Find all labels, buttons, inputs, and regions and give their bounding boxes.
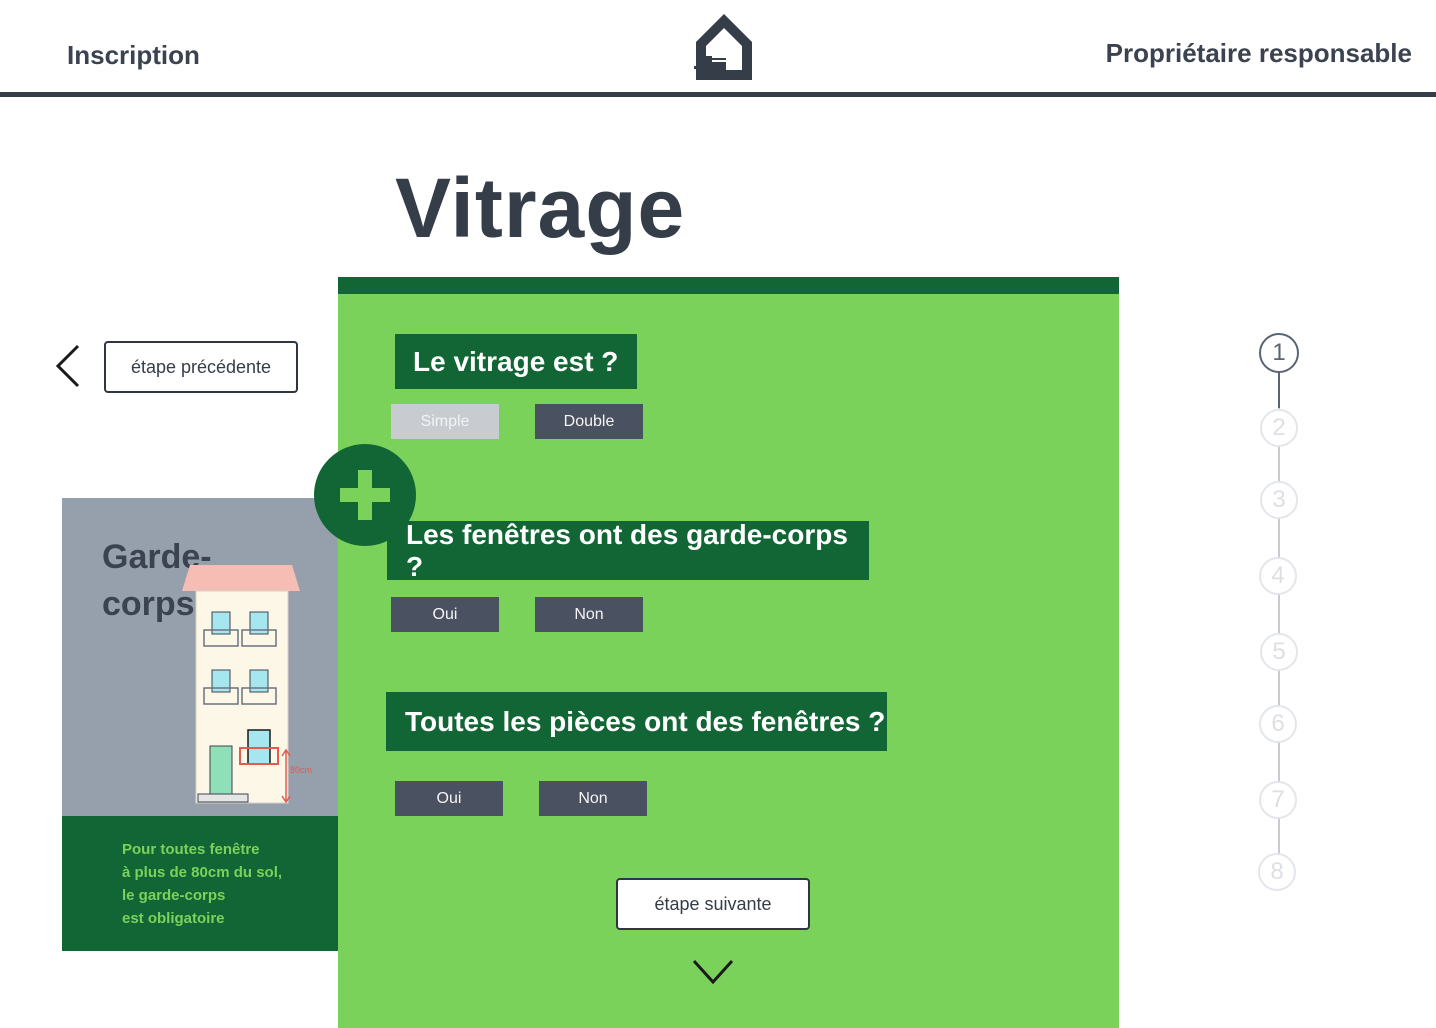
stepper-track-active — [1278, 372, 1280, 408]
option-non-button[interactable]: Non — [539, 781, 647, 816]
option-oui-button[interactable]: Oui — [391, 597, 499, 632]
step-5[interactable]: 5 — [1260, 633, 1298, 671]
info-line: le garde-corps — [122, 887, 226, 904]
option-simple-button[interactable]: Simple — [391, 404, 499, 439]
info-line: à plus de 80cm du sol, — [122, 864, 283, 881]
step-1[interactable]: 1 — [1259, 333, 1299, 373]
option-oui-button[interactable]: Oui — [395, 781, 503, 816]
page-title: Vitrage — [395, 161, 686, 255]
option-non-button[interactable]: Non — [535, 597, 643, 632]
info-line: Pour toutes fenêtre — [122, 841, 260, 858]
building-illustration: 80cm — [180, 560, 320, 810]
previous-step-button[interactable]: étape précédente — [104, 341, 298, 393]
step-3[interactable]: 3 — [1260, 481, 1298, 519]
question-pieces-fenetres: Toutes les pièces ont des fenêtres ? — [386, 692, 887, 751]
measure-label: 80cm — [290, 765, 312, 775]
info-card-text: Pour toutes fenêtre à plus de 80cm du so… — [122, 838, 282, 930]
chevron-down-icon[interactable] — [692, 958, 734, 986]
chevron-left-icon[interactable] — [52, 344, 86, 388]
header-divider — [0, 92, 1436, 97]
house-logo-icon[interactable] — [694, 12, 754, 82]
question-garde-corps: Les fenêtres ont des garde-corps ? — [387, 519, 869, 582]
step-6[interactable]: 6 — [1259, 705, 1297, 743]
nav-link-proprietaire[interactable]: Propriétaire responsable — [1106, 38, 1412, 69]
step-7[interactable]: 7 — [1259, 781, 1297, 819]
option-double-button[interactable]: Double — [535, 404, 643, 439]
question-vitrage-type: Le vitrage est ? — [395, 334, 637, 389]
step-2[interactable]: 2 — [1260, 409, 1298, 447]
next-step-button[interactable]: étape suivante — [616, 878, 810, 930]
panel-top-bar — [338, 277, 1119, 294]
step-8[interactable]: 8 — [1258, 853, 1296, 891]
nav-link-inscription[interactable]: Inscription — [67, 40, 200, 71]
info-line: est obligatoire — [122, 910, 225, 927]
step-4[interactable]: 4 — [1259, 557, 1297, 595]
